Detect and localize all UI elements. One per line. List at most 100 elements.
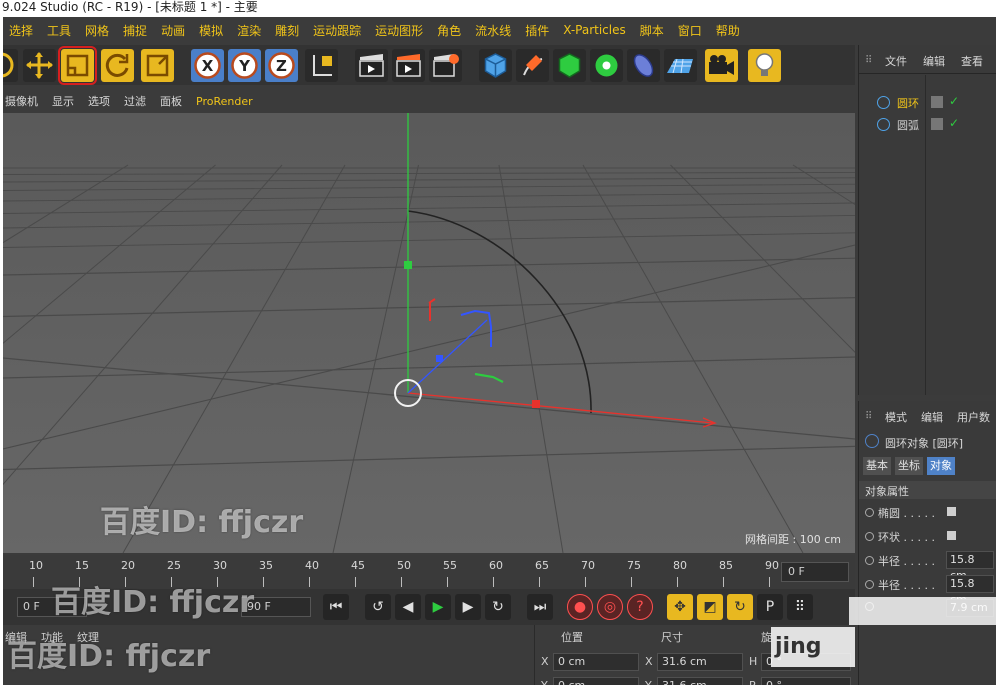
attribute-manager: ⠿ 模式 编辑 用户数 圆环对象 [圆环] 基本 坐标 对象 对象属性 椭圆 . . .… xyxy=(849,401,996,685)
om-menu-item[interactable]: 文件 xyxy=(885,53,907,69)
viewport-menu-item[interactable]: 面板 xyxy=(160,93,182,109)
add-spline-pen-button[interactable] xyxy=(516,49,549,82)
pos-x-field[interactable]: 0 cm xyxy=(553,653,639,671)
transform-tool-button[interactable] xyxy=(141,49,174,82)
om-menu-item[interactable]: 查看 xyxy=(961,53,983,69)
add-light-button[interactable] xyxy=(748,49,781,82)
menu-item[interactable]: 捕捉 xyxy=(123,22,147,39)
record-keys-button[interactable]: ● xyxy=(567,594,593,620)
visibility-icon[interactable] xyxy=(931,118,943,130)
rot-p-field[interactable]: 0 ° xyxy=(761,677,851,685)
viewport-menu-item[interactable]: 显示 xyxy=(52,93,74,109)
menu-item[interactable]: 动画 xyxy=(161,22,185,39)
menu-item[interactable]: 脚本 xyxy=(640,22,664,39)
menu-item[interactable]: 渲染 xyxy=(237,22,261,39)
menu-item[interactable]: 运动图形 xyxy=(375,22,423,39)
key-parameter-button[interactable]: P xyxy=(757,594,783,620)
menu-item[interactable]: 窗口 xyxy=(678,22,702,39)
object-row[interactable]: 圆环 ✓ xyxy=(861,93,996,113)
go-to-start-button[interactable]: ⏮ xyxy=(323,594,349,620)
menu-item[interactable]: 帮助 xyxy=(716,22,740,39)
previous-frame-button[interactable]: ◀ xyxy=(395,594,421,620)
size-x-field[interactable]: 31.6 cm xyxy=(657,653,743,671)
menu-item[interactable]: 选择 xyxy=(9,22,33,39)
attribute-checkbox[interactable] xyxy=(947,531,956,540)
add-deformer-button[interactable] xyxy=(627,49,660,82)
attribute-value-field[interactable]: 15.8 cm xyxy=(946,575,994,606)
attribute-tab[interactable]: 对象 xyxy=(927,457,955,475)
add-cube-button[interactable] xyxy=(479,49,512,82)
menu-item[interactable]: 雕刻 xyxy=(275,22,299,39)
axis-y-lock-button[interactable]: Y xyxy=(228,49,261,82)
attribute-tab[interactable]: 坐标 xyxy=(895,457,923,475)
attribute-value-field[interactable]: 15.8 cm xyxy=(946,551,994,582)
previous-key-button[interactable]: ↺ xyxy=(365,594,391,620)
attribute-checkbox[interactable] xyxy=(947,507,956,516)
play-button[interactable]: ▶ xyxy=(425,594,451,620)
menu-item[interactable]: X-Particles xyxy=(563,23,626,37)
keyframe-selection-button[interactable]: ? xyxy=(627,594,653,620)
object-row[interactable]: 圆弧 ✓ xyxy=(861,115,996,135)
am-menu-item[interactable]: 模式 xyxy=(885,409,907,425)
current-frame-field[interactable]: 0 F xyxy=(781,562,849,582)
z-rotation-arc[interactable] xyxy=(460,309,492,347)
next-key-button[interactable]: ↻ xyxy=(485,594,511,620)
menu-item[interactable]: 工具 xyxy=(47,22,71,39)
viewport-scene[interactable] xyxy=(3,113,855,553)
attribute-tab[interactable]: 基本 xyxy=(863,457,891,475)
render-settings-button[interactable] xyxy=(429,49,462,82)
autokey-button[interactable]: ◎ xyxy=(597,594,623,620)
menu-item[interactable]: 插件 xyxy=(525,22,549,39)
live-selection-button[interactable] xyxy=(3,49,18,82)
z-axis-handle[interactable] xyxy=(436,355,443,362)
add-mograph-cloner-button[interactable] xyxy=(590,49,623,82)
perspective-viewport[interactable]: 网格间距 : 100 cm 百度ID: ffjczr xyxy=(3,113,855,553)
axis-x-lock-button[interactable]: X xyxy=(191,49,224,82)
render-to-picture-viewer-button[interactable] xyxy=(392,49,425,82)
add-generator-button[interactable] xyxy=(553,49,586,82)
move-tool-button[interactable] xyxy=(23,49,56,82)
pos-y-field[interactable]: 0 cm xyxy=(553,677,639,685)
am-menu-item[interactable]: 编辑 xyxy=(921,409,943,425)
menu-item[interactable]: 运动跟踪 xyxy=(313,22,361,39)
key-rotation-button[interactable]: ↻ xyxy=(727,594,753,620)
coordinate-system-button[interactable] xyxy=(305,49,338,82)
render-view-button[interactable] xyxy=(355,49,388,82)
circle-spline[interactable] xyxy=(407,210,592,414)
next-frame-button[interactable]: ▶ xyxy=(455,594,481,620)
menu-item[interactable]: 流水线 xyxy=(475,22,511,39)
viewport-menu-item[interactable]: 过滤 xyxy=(124,93,146,109)
attribute-label-text: 半径 . . . . . xyxy=(878,555,935,568)
key-scale-button[interactable]: ◩ xyxy=(697,594,723,620)
size-y-field[interactable]: 31.6 cm xyxy=(657,677,743,685)
cloner-icon xyxy=(595,54,618,77)
menu-item[interactable]: 角色 xyxy=(437,22,461,39)
go-to-end-button[interactable]: ⏭ xyxy=(527,594,553,620)
x-axis-handle[interactable] xyxy=(532,400,540,408)
om-menu-item[interactable]: 编辑 xyxy=(923,53,945,69)
radio-icon[interactable] xyxy=(865,532,874,541)
enabled-check-icon[interactable]: ✓ xyxy=(949,116,959,130)
viewport-menu-item[interactable]: ProRender xyxy=(196,95,253,108)
key-position-button[interactable]: ✥ xyxy=(667,594,693,620)
enabled-check-icon[interactable]: ✓ xyxy=(949,94,959,108)
radio-icon[interactable] xyxy=(865,556,874,565)
key-point-level-button[interactable]: ⠿ xyxy=(787,594,813,620)
axis-z-lock-button[interactable]: Z xyxy=(265,49,298,82)
y-axis-handle[interactable] xyxy=(404,261,412,269)
add-floor-button[interactable] xyxy=(664,49,697,82)
visibility-icon[interactable] xyxy=(931,96,943,108)
radio-icon[interactable] xyxy=(865,580,874,589)
radio-icon[interactable] xyxy=(865,508,874,517)
add-camera-button[interactable] xyxy=(705,49,738,82)
viewport-menu-item[interactable]: 摄像机 xyxy=(5,93,38,109)
x-rotation-arc[interactable] xyxy=(428,298,436,321)
menu-item[interactable]: 网格 xyxy=(85,22,109,39)
rotate-tool-button[interactable] xyxy=(101,49,134,82)
am-menu-item[interactable]: 用户数 xyxy=(957,409,990,425)
viewport-menu-item[interactable]: 选项 xyxy=(88,93,110,109)
menu-item[interactable]: 模拟 xyxy=(199,22,223,39)
scale-tool-button[interactable] xyxy=(58,46,97,85)
y-rotation-arc[interactable] xyxy=(474,372,504,383)
scale-box-icon xyxy=(66,54,89,77)
